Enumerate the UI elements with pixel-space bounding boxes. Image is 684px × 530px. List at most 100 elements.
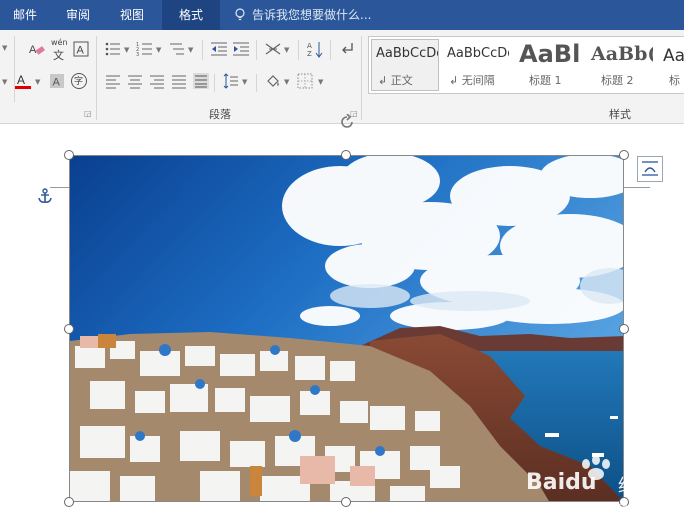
decrease-indent-button[interactable]	[210, 40, 228, 58]
watermark-suffix: 经验	[618, 476, 654, 497]
svg-text:A: A	[29, 44, 37, 56]
align-left-button[interactable]	[104, 72, 122, 90]
svg-text:A: A	[307, 42, 312, 50]
tab-mailings[interactable]: 邮件	[0, 0, 50, 30]
bullets-icon	[105, 42, 120, 56]
svg-text:Z: Z	[307, 50, 312, 58]
resize-handle-bottom-left[interactable]	[64, 497, 74, 507]
tab-review[interactable]: 审阅	[52, 0, 104, 30]
character-border-icon: A	[73, 41, 89, 57]
svg-text:3: 3	[136, 52, 139, 58]
style-name: ↲ 正文	[378, 74, 413, 87]
style-name: ↲ 无间隔	[449, 74, 495, 87]
svg-text:A: A	[53, 77, 61, 89]
sort-icon: AZ	[307, 42, 323, 58]
font-color-dropdown[interactable]: ▼	[35, 78, 40, 86]
distributed-icon	[193, 73, 209, 89]
chinese-layout-icon	[265, 43, 281, 55]
style-heading-1[interactable]: AaBl 标题 1	[515, 40, 581, 90]
line-spacing-dropdown[interactable]: ▼	[242, 78, 247, 86]
svg-text:A: A	[77, 45, 85, 57]
tab-format[interactable]: 格式	[162, 0, 220, 30]
watermark-brand: Baidu	[526, 470, 597, 495]
align-left-icon	[106, 75, 120, 89]
separator	[14, 36, 15, 102]
increase-indent-button[interactable]	[232, 40, 250, 58]
resize-handle-top-left[interactable]	[64, 150, 74, 160]
dropdown-arrow[interactable]: ▼	[2, 78, 7, 86]
separator	[214, 74, 215, 92]
font-color-button[interactable]: A	[14, 72, 32, 90]
paint-bucket-icon	[267, 75, 279, 87]
numbering-icon: 123	[136, 42, 152, 58]
shading-button[interactable]	[264, 72, 282, 90]
multilevel-list-dropdown[interactable]: ▼	[188, 46, 193, 54]
rotate-handle[interactable]	[339, 113, 355, 134]
santorini-photo	[70, 156, 623, 501]
group-label-styles: 样式	[609, 108, 631, 121]
align-right-button[interactable]	[148, 72, 166, 90]
separator	[202, 40, 203, 60]
multilevel-list-button[interactable]	[168, 40, 186, 58]
show-hide-marks-button[interactable]	[338, 40, 356, 58]
margin-guide	[50, 187, 69, 188]
borders-icon	[297, 73, 313, 89]
chinese-layout-button[interactable]	[264, 40, 282, 58]
bullets-dropdown[interactable]: ▼	[124, 46, 129, 54]
shading-dropdown[interactable]: ▼	[284, 78, 289, 86]
character-shading-button[interactable]: A	[48, 72, 66, 90]
watermark-url: jingyan.baidu.com	[588, 500, 684, 513]
style-normal[interactable]: AaBbCcDd ↲ 正文	[371, 39, 439, 91]
clear-formatting-button[interactable]: A	[28, 40, 46, 58]
font-dialog-launcher[interactable]: ◲	[84, 110, 92, 118]
phonetic-guide-top: wén	[51, 38, 68, 47]
align-center-button[interactable]	[126, 72, 144, 90]
align-center-icon	[128, 75, 142, 89]
styles-gallery: AaBbCcDd ↲ 正文 AaBbCcDd ↲ 无间隔 AaBl 标题 1 A…	[368, 36, 684, 94]
numbering-button[interactable]: 123	[136, 40, 154, 58]
numbering-dropdown[interactable]: ▼	[156, 46, 161, 54]
paragraph-mark-icon	[342, 43, 353, 54]
character-border-button[interactable]: A	[72, 40, 90, 58]
enclose-char-label: 字	[74, 77, 84, 87]
character-shading-icon: A	[50, 74, 64, 89]
enclose-characters-button[interactable]: 字	[70, 72, 88, 90]
layout-options-button[interactable]	[637, 156, 663, 182]
svg-text:A: A	[17, 73, 25, 87]
font-color-icon: A	[15, 73, 31, 89]
bullets-button[interactable]	[104, 40, 122, 58]
sort-button[interactable]: AZ	[306, 40, 324, 58]
resize-handle-right[interactable]	[619, 324, 629, 334]
phonetic-guide-button[interactable]: wén 文	[50, 38, 68, 62]
phonetic-guide-bottom: 文	[53, 49, 64, 62]
resize-handle-left[interactable]	[64, 324, 74, 334]
borders-button[interactable]	[296, 72, 314, 90]
separator	[361, 36, 362, 120]
justify-button[interactable]	[170, 72, 188, 90]
ribbon: ▼ A wén 文 A ▼ A ▼ A 字 ◲ ▼ 1 2 3 ▼ ▼ ▼ A …	[0, 30, 684, 124]
text-wrap-icon	[642, 161, 658, 176]
style-title[interactable]: Aa 标	[659, 40, 684, 90]
style-sample: Aa	[663, 46, 684, 66]
dropdown-arrow[interactable]: ▼	[2, 44, 7, 52]
style-no-spacing[interactable]: AaBbCcDd ↲ 无间隔	[443, 40, 509, 90]
decrease-indent-icon	[211, 42, 227, 56]
separator	[256, 40, 257, 60]
style-name: 标题 1	[529, 74, 562, 87]
eraser-icon: A	[29, 44, 45, 56]
resize-handle-bottom[interactable]	[341, 497, 351, 507]
rotate-icon	[341, 113, 353, 128]
selected-image[interactable]	[69, 155, 624, 502]
distributed-button[interactable]	[192, 72, 210, 90]
borders-dropdown[interactable]: ▼	[318, 78, 323, 86]
resize-handle-top[interactable]	[341, 150, 351, 160]
style-sample: AaBbCcDd	[376, 46, 438, 61]
anchor-icon[interactable]	[38, 188, 52, 208]
chinese-layout-dropdown[interactable]: ▼	[284, 46, 289, 54]
style-sample: AaBb(	[591, 43, 653, 65]
tab-view[interactable]: 视图	[106, 0, 158, 30]
style-heading-2[interactable]: AaBb( 标题 2	[587, 40, 653, 90]
resize-handle-top-right[interactable]	[619, 150, 629, 160]
line-spacing-button[interactable]	[222, 72, 240, 90]
group-label-paragraph: 段落	[209, 108, 231, 121]
